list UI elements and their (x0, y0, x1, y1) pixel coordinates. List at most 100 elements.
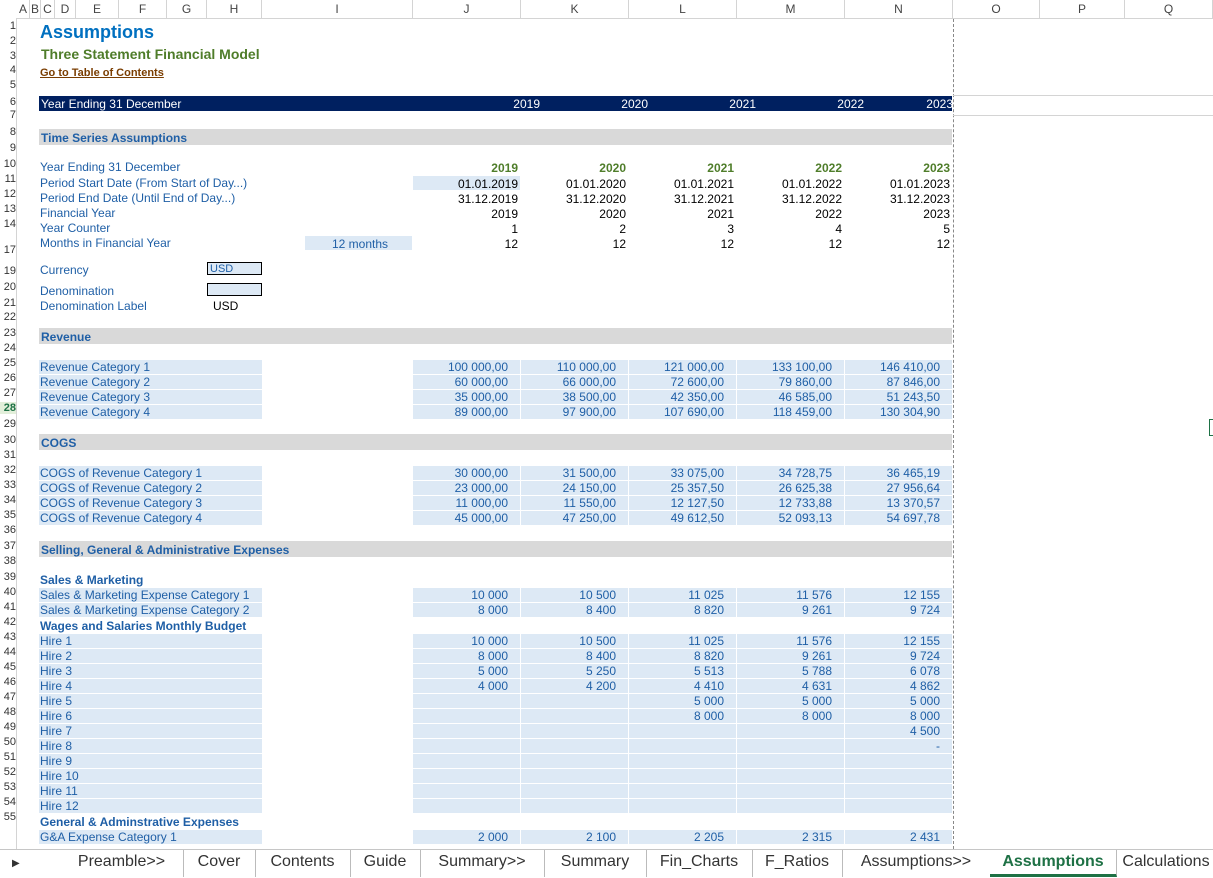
row-header-2[interactable]: 2 (0, 35, 16, 47)
sheet-tab-summary[interactable]: Summary>> (420, 850, 545, 877)
row-header-50[interactable]: 50 (0, 736, 16, 748)
row-header-43[interactable]: 43 (0, 631, 16, 643)
cogs-row-value[interactable]: 11 550,00 (564, 496, 617, 510)
row-header-45[interactable]: 45 (0, 661, 16, 673)
row-header-25[interactable]: 25 (0, 357, 16, 369)
hire-row-value[interactable]: 4 000 (478, 679, 508, 693)
hire-row-value[interactable]: 11 576 (796, 634, 832, 648)
row-header-8[interactable]: 8 (0, 126, 16, 138)
cogs-row-value[interactable]: 47 250,00 (563, 511, 616, 525)
column-header-h[interactable]: H (207, 0, 262, 18)
row-header-1[interactable]: 1 (0, 20, 16, 32)
hire-row-value[interactable]: 8 000 (802, 709, 832, 723)
column-header-a[interactable]: A (17, 0, 30, 18)
row-header-55[interactable]: 55 (0, 811, 16, 823)
sheet-tab-preamble[interactable]: Preamble>> (60, 850, 184, 877)
row-header-6[interactable]: 6 (0, 96, 16, 108)
hire-row-value[interactable]: 5 000 (694, 694, 724, 708)
hire-row-value[interactable]: 5 513 (694, 664, 724, 678)
row-header-30[interactable]: 30 (0, 434, 16, 446)
row-header-11[interactable]: 11 (0, 173, 16, 185)
hire-row-value[interactable]: 4 862 (910, 679, 940, 693)
row-header-42[interactable]: 42 (0, 616, 16, 628)
sheet-tab-assumptions[interactable]: Assumptions>> (842, 850, 991, 877)
column-header-n[interactable]: N (845, 0, 953, 18)
row-header-38[interactable]: 38 (0, 555, 16, 567)
row-header-24[interactable]: 24 (0, 342, 16, 354)
column-header-j[interactable]: J (413, 0, 521, 18)
row-header-47[interactable]: 47 (0, 691, 16, 703)
column-header-d[interactable]: D (55, 0, 76, 18)
sheet-grid[interactable]: Assumptions Three Statement Financial Mo… (17, 19, 1213, 849)
cogs-row-value[interactable]: 12 733,88 (779, 496, 832, 510)
cogs-row-value[interactable]: 24 150,00 (563, 481, 616, 495)
revenue-row-value[interactable]: 97 900,00 (563, 405, 616, 419)
column-header-b[interactable]: B (30, 0, 41, 18)
hire-row-value[interactable]: 8 000 (694, 709, 724, 723)
cogs-row-value[interactable]: 33 075,00 (671, 466, 724, 480)
hire-row-value[interactable]: 10 000 (471, 634, 508, 648)
cogs-row-value[interactable]: 26 625,38 (779, 481, 832, 495)
months-in-year-input[interactable]: 12 months (332, 237, 388, 251)
row-header-35[interactable]: 35 (0, 509, 16, 521)
column-header-c[interactable]: C (41, 0, 55, 18)
revenue-row-value[interactable]: 66 000,00 (563, 375, 616, 389)
row-header-10[interactable]: 10 (0, 158, 16, 170)
row-header-4[interactable]: 4 (0, 64, 16, 76)
cogs-row-value[interactable]: 13 370,57 (887, 496, 940, 510)
cogs-row-value[interactable]: 23 000,00 (455, 481, 508, 495)
row-header-53[interactable]: 53 (0, 781, 16, 793)
hire-row-value[interactable]: 4 631 (802, 679, 832, 693)
cogs-row-value[interactable]: 49 612,50 (671, 511, 724, 525)
row-header-17[interactable]: 17 (0, 244, 16, 256)
hire-row-value[interactable]: 8 000 (478, 649, 508, 663)
row-header-22[interactable]: 22 (0, 311, 16, 323)
row-header-36[interactable]: 36 (0, 524, 16, 536)
hire-row-value[interactable]: 5 250 (586, 664, 616, 678)
sm-row-value[interactable]: 9 724 (910, 603, 940, 617)
revenue-row-value[interactable]: 121 000,00 (664, 360, 724, 374)
hire-row-value[interactable]: 4 410 (694, 679, 724, 693)
cogs-row-value[interactable]: 52 093,13 (779, 511, 832, 525)
sm-row-value[interactable]: 10 500 (579, 588, 616, 602)
revenue-row-value[interactable]: 110 000,00 (557, 360, 616, 374)
cogs-row-value[interactable]: 25 357,50 (671, 481, 724, 495)
hire-row-value[interactable]: 12 155 (903, 634, 940, 648)
row-header-32[interactable]: 32 (0, 464, 16, 476)
cogs-row-value[interactable]: 36 465,19 (887, 466, 940, 480)
ga-row-value[interactable]: 2 100 (586, 830, 616, 844)
row-header-33[interactable]: 33 (0, 479, 16, 491)
row-header-29[interactable]: 29 (0, 418, 16, 430)
row-header-20[interactable]: 20 (0, 281, 16, 293)
row-header-7[interactable]: 7 (0, 109, 16, 121)
sm-row-value[interactable]: 9 261 (802, 603, 832, 617)
sheet-tab-f-ratios[interactable]: F_Ratios (752, 850, 843, 877)
column-header-k[interactable]: K (521, 0, 629, 18)
row-header-26[interactable]: 26 (0, 372, 16, 384)
row-header-40[interactable]: 40 (0, 586, 16, 598)
sm-row-value[interactable]: 8 400 (586, 603, 616, 617)
sheet-tab-calculations[interactable]: Calculations (1116, 850, 1213, 877)
sheet-tab-assumptions[interactable]: Assumptions (990, 850, 1117, 877)
cogs-row-value[interactable]: 45 000,00 (455, 511, 508, 525)
row-header-19[interactable]: 19 (0, 265, 16, 277)
row-header-12[interactable]: 12 (0, 188, 16, 200)
hire-row-value[interactable]: 4 200 (586, 679, 616, 693)
row-header-13[interactable]: 13 (0, 203, 16, 215)
hire-row-value[interactable]: 10 500 (579, 634, 616, 648)
ga-row-value[interactable]: 2 315 (802, 830, 832, 844)
hire-row-value[interactable]: - (936, 739, 940, 753)
row-header-14[interactable]: 14 (0, 218, 16, 230)
sheet-tab-summary[interactable]: Summary (544, 850, 647, 877)
column-header-i[interactable]: I (262, 0, 413, 18)
row-header-21[interactable]: 21 (0, 297, 16, 309)
sm-row-value[interactable]: 8 820 (694, 603, 724, 617)
hire-row-value[interactable]: 8 400 (586, 649, 616, 663)
sheet-tab-guide[interactable]: Guide (350, 850, 421, 877)
hire-row-value[interactable]: 5 000 (478, 664, 508, 678)
hire-row-value[interactable]: 5 000 (802, 694, 832, 708)
currency-input[interactable]: USD (207, 262, 262, 275)
row-header-34[interactable]: 34 (0, 494, 16, 506)
ga-row-value[interactable]: 2 000 (478, 830, 508, 844)
revenue-row-value[interactable]: 35 000,00 (455, 390, 508, 404)
